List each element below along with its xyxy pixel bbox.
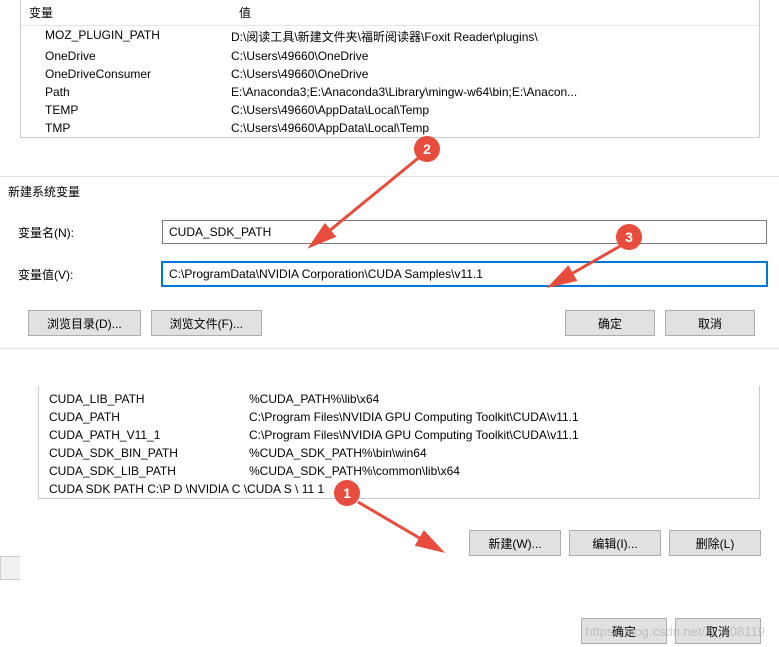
table-row[interactable]: PathE:\Anaconda3;E:\Anaconda3\Library\mi… (21, 83, 759, 101)
table-row[interactable]: TEMPC:\Users\49660\AppData\Local\Temp (21, 101, 759, 119)
system-vars-table: CUDA_LIB_PATH%CUDA_PATH%\lib\x64CUDA_PAT… (38, 386, 760, 499)
var-name-cell: MOZ_PLUGIN_PATH (21, 28, 231, 45)
dialog-title: 新建系统变量 (0, 177, 779, 206)
header-val: 值 (231, 0, 759, 25)
new-system-var-dialog: 新建系统变量 变量名(N): 变量值(V): 浏览目录(D)... 浏览文件(F… (0, 176, 779, 349)
var-name-cell: OneDrive (21, 49, 231, 63)
table-row[interactable]: OneDriveConsumerC:\Users\49660\OneDrive (21, 65, 759, 83)
var-value-cell: C:\Program Files\NVIDIA GPU Computing To… (249, 428, 759, 442)
left-panel-edge (0, 556, 20, 580)
dialog-cancel-button[interactable]: 取消 (665, 310, 755, 336)
var-value-cell: C:\Users\49660\AppData\Local\Temp (231, 121, 759, 135)
table-row[interactable]: CUDA_SDK_LIB_PATH %CUDA_SDK_PATH%\common… (39, 462, 759, 480)
var-name-cell: TMP (21, 121, 231, 135)
var-value-cell: %CUDA_PATH%\lib\x64 (249, 392, 759, 406)
var-value-cell: %CUDA_SDK_PATH%\common\lib\x64 (249, 464, 759, 478)
browse-dir-button[interactable]: 浏览目录(D)... (28, 310, 141, 336)
system-vars-buttons: 新建(W)... 编辑(I)... 删除(L) (469, 530, 761, 556)
var-value-cell: E:\Anaconda3;E:\Anaconda3\Library\mingw-… (231, 85, 759, 99)
var-value-cell: C:\Users\49660\AppData\Local\Temp (231, 103, 759, 117)
truncated-row: CUDA SDK PATH C:\P D \NVIDIA C \CUDA S \… (39, 480, 759, 498)
header-var: 变量 (21, 0, 231, 25)
table-row[interactable]: TMPC:\Users\49660\AppData\Local\Temp (21, 119, 759, 137)
var-value-cell: C:\Users\49660\OneDrive (231, 49, 759, 63)
dialog-ok-button[interactable]: 确定 (565, 310, 655, 336)
table-row[interactable]: MOZ_PLUGIN_PATHD:\阅读工具\新建文件夹\福昕阅读器\Foxit… (21, 26, 759, 47)
var-value-input[interactable] (162, 262, 767, 286)
delete-button[interactable]: 删除(L) (669, 530, 761, 556)
table-row[interactable]: CUDA_LIB_PATH%CUDA_PATH%\lib\x64 (39, 390, 759, 408)
browse-file-button[interactable]: 浏览文件(F)... (151, 310, 262, 336)
var-name-label: 变量名(N): (14, 224, 162, 241)
var-value-cell: %CUDA_SDK_PATH%\bin\win64 (249, 446, 759, 460)
footer-ok-button[interactable]: 确定 (581, 618, 667, 644)
var-name-input[interactable] (162, 220, 767, 244)
var-name-cell: CUDA_SDK_BIN_PATH (39, 446, 249, 460)
table-row[interactable]: CUDA_PATHC:\Program Files\NVIDIA GPU Com… (39, 408, 759, 426)
var-value-label: 变量值(V): (14, 266, 162, 283)
annotation-2: 2 (414, 136, 440, 162)
footer-cancel-button[interactable]: 取消 (675, 618, 761, 644)
var-name-cell: CUDA_PATH (39, 410, 249, 424)
var-value-cell: C:\Program Files\NVIDIA GPU Computing To… (249, 410, 759, 424)
user-vars-header: 变量 值 (21, 0, 759, 26)
table-row[interactable]: CUDA_SDK_BIN_PATH%CUDA_SDK_PATH%\bin\win… (39, 444, 759, 462)
var-name-cell: Path (21, 85, 231, 99)
user-vars-table: 变量 值 MOZ_PLUGIN_PATHD:\阅读工具\新建文件夹\福昕阅读器\… (20, 0, 760, 138)
var-name-cell: TEMP (21, 103, 231, 117)
var-value-cell: D:\阅读工具\新建文件夹\福昕阅读器\Foxit Reader\plugins… (231, 28, 759, 45)
footer-buttons: 确定 取消 (581, 618, 761, 644)
var-name-cell: CUDA_LIB_PATH (39, 392, 249, 406)
var-name-cell: CUDA_SDK_LIB_PATH (39, 464, 249, 478)
table-row[interactable]: CUDA_PATH_V11_1C:\Program Files\NVIDIA G… (39, 426, 759, 444)
var-value-cell: C:\Users\49660\OneDrive (231, 67, 759, 81)
var-name-cell: CUDA_PATH_V11_1 (39, 428, 249, 442)
edit-button[interactable]: 编辑(I)... (569, 530, 661, 556)
var-name-cell: OneDriveConsumer (21, 67, 231, 81)
new-button[interactable]: 新建(W)... (469, 530, 561, 556)
table-row[interactable]: OneDriveC:\Users\49660\OneDrive (21, 47, 759, 65)
